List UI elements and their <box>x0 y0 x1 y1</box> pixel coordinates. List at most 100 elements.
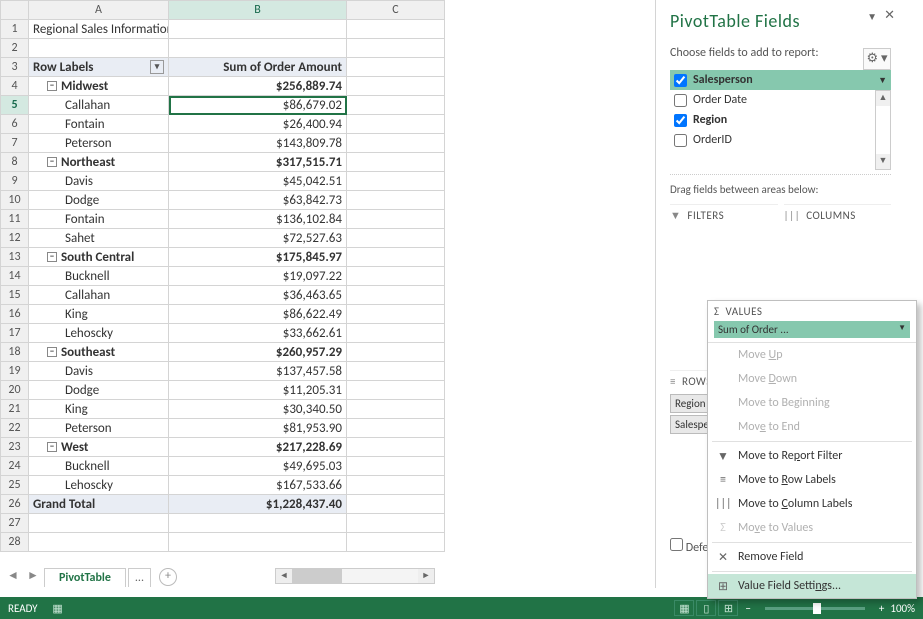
value-cell[interactable]: $30,340.50 <box>169 400 347 419</box>
row-header[interactable]: 16 <box>1 305 29 324</box>
cell[interactable] <box>347 457 445 476</box>
zoom-level[interactable]: 100% <box>890 602 915 615</box>
macro-record-icon[interactable]: ▦ <box>48 600 68 616</box>
cell[interactable] <box>347 134 445 153</box>
cell[interactable] <box>347 58 445 77</box>
field-checkbox[interactable] <box>674 134 687 147</box>
cell[interactable] <box>347 362 445 381</box>
row-header[interactable]: 4 <box>1 77 29 96</box>
row-header[interactable]: 9 <box>1 172 29 191</box>
cell[interactable] <box>347 115 445 134</box>
scroll-left-arrow[interactable]: ◄ <box>276 569 292 583</box>
tab-nav-prev[interactable]: ◄ <box>4 568 22 586</box>
row-header[interactable]: 26 <box>1 495 29 514</box>
zoom-thumb[interactable] <box>813 603 821 614</box>
region-row[interactable]: −West <box>29 438 169 457</box>
cell[interactable] <box>347 172 445 191</box>
value-cell[interactable]: $72,527.63 <box>169 229 347 248</box>
cell[interactable] <box>347 343 445 362</box>
cell[interactable] <box>347 286 445 305</box>
col-header-a[interactable]: A <box>29 1 169 20</box>
cell[interactable] <box>347 495 445 514</box>
scroll-right-arrow[interactable]: ► <box>418 569 434 583</box>
select-all-corner[interactable] <box>1 1 29 20</box>
salesperson-cell[interactable]: Dodge <box>29 381 169 400</box>
filter-dropdown-icon[interactable]: ▾ <box>150 60 164 74</box>
cell[interactable] <box>347 191 445 210</box>
rowlabels-header[interactable]: Row Labels▾ <box>29 58 169 77</box>
row-header[interactable]: 25 <box>1 476 29 495</box>
value-cell[interactable]: $81,953.90 <box>169 419 347 438</box>
menu-move-to-report-filter[interactable]: ▼ Move to Report Filter <box>708 444 916 468</box>
field-region[interactable]: Region <box>670 110 891 130</box>
sum-header[interactable]: Sum of Order Amount <box>169 58 347 77</box>
row-header[interactable]: 12 <box>1 229 29 248</box>
cell[interactable] <box>29 533 169 552</box>
salesperson-cell[interactable]: Peterson <box>29 419 169 438</box>
cell[interactable] <box>347 381 445 400</box>
field-orderid[interactable]: OrderID <box>670 130 891 150</box>
menu-move-to-column-labels[interactable]: ||| Move to Column Labels <box>708 492 916 516</box>
title-cell[interactable]: Regional Sales Information <box>29 20 169 39</box>
region-total[interactable]: $175,845.97 <box>169 248 347 267</box>
cell[interactable] <box>29 514 169 533</box>
collapse-icon[interactable]: − <box>47 442 57 452</box>
cell[interactable] <box>169 39 347 58</box>
salesperson-cell[interactable]: Callahan <box>29 96 169 115</box>
zoom-slider[interactable] <box>765 607 865 610</box>
cell[interactable] <box>169 20 347 39</box>
value-cell[interactable]: $49,695.03 <box>169 457 347 476</box>
collapse-icon[interactable]: − <box>47 81 57 91</box>
grand-total-value[interactable]: $1,228,437.40 <box>169 495 347 514</box>
scroll-thumb[interactable] <box>292 569 342 583</box>
row-header[interactable]: 8 <box>1 153 29 172</box>
cell[interactable] <box>29 39 169 58</box>
cell[interactable] <box>347 77 445 96</box>
row-header[interactable]: 18 <box>1 343 29 362</box>
tab-nav-next[interactable]: ► <box>24 568 42 586</box>
value-cell[interactable]: $45,042.51 <box>169 172 347 191</box>
salesperson-cell[interactable]: King <box>29 400 169 419</box>
value-cell[interactable]: $63,842.73 <box>169 191 347 210</box>
field-checkbox[interactable] <box>674 114 687 127</box>
row-header[interactable]: 5 <box>1 96 29 115</box>
row-header[interactable]: 3 <box>1 58 29 77</box>
cell[interactable] <box>347 305 445 324</box>
salesperson-cell[interactable]: Fontain <box>29 115 169 134</box>
pane-tools-button[interactable]: ⚙ ▾ <box>863 48 891 70</box>
row-header[interactable]: 6 <box>1 115 29 134</box>
collapse-icon[interactable]: − <box>47 157 57 167</box>
salesperson-cell[interactable]: Bucknell <box>29 457 169 476</box>
cell[interactable] <box>347 229 445 248</box>
menu-move-to-row-labels[interactable]: ≡ Move to Row Labels <box>708 468 916 492</box>
row-header[interactable]: 1 <box>1 20 29 39</box>
add-sheet-button[interactable]: + <box>159 568 177 586</box>
row-header[interactable]: 10 <box>1 191 29 210</box>
col-header-b[interactable]: B <box>169 1 347 20</box>
field-order date[interactable]: Order Date <box>670 90 891 110</box>
region-row[interactable]: −Southeast <box>29 343 169 362</box>
menu-remove-field[interactable]: ✕ Remove Field <box>708 545 916 569</box>
scroll-up-arrow[interactable]: ▲ <box>876 91 890 106</box>
chevron-down-icon[interactable]: ▼ <box>878 75 887 86</box>
cell[interactable] <box>347 39 445 58</box>
row-header[interactable]: 17 <box>1 324 29 343</box>
row-header[interactable]: 14 <box>1 267 29 286</box>
row-header[interactable]: 19 <box>1 362 29 381</box>
row-header[interactable]: 7 <box>1 134 29 153</box>
grand-total-label[interactable]: Grand Total <box>29 495 169 514</box>
field-checkbox[interactable] <box>674 74 687 87</box>
cell[interactable] <box>347 210 445 229</box>
row-header[interactable]: 24 <box>1 457 29 476</box>
cell[interactable] <box>347 153 445 172</box>
cell[interactable] <box>347 533 445 552</box>
cell[interactable] <box>347 476 445 495</box>
salesperson-cell[interactable]: Davis <box>29 172 169 191</box>
row-header[interactable]: 13 <box>1 248 29 267</box>
salesperson-cell[interactable]: Lehoscky <box>29 476 169 495</box>
region-total[interactable]: $260,957.29 <box>169 343 347 362</box>
value-cell[interactable]: $167,533.66 <box>169 476 347 495</box>
zoom-in-button[interactable]: + <box>879 602 884 615</box>
salesperson-cell[interactable]: King <box>29 305 169 324</box>
row-header[interactable]: 21 <box>1 400 29 419</box>
